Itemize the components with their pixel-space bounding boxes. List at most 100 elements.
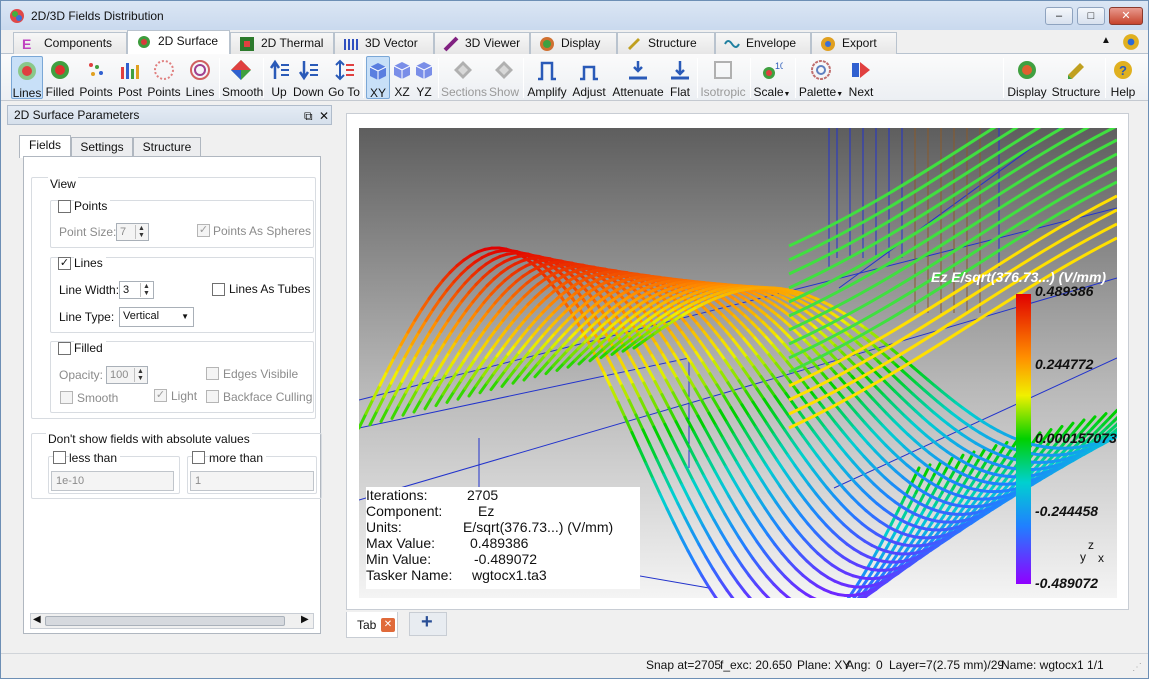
help-button[interactable]: ? Help (1109, 56, 1137, 99)
plane-xy-button[interactable]: XY (366, 56, 390, 100)
layer-down-button[interactable]: Down (293, 56, 324, 99)
lines-as-tubes-checkbox[interactable] (212, 283, 225, 296)
edges-visible-checkbox[interactable] (206, 367, 219, 380)
lines-checkbox[interactable]: ✓ (58, 257, 71, 270)
spinner-arrows-icon[interactable]: ▲ ▼ (134, 368, 146, 382)
tabs-scroll-up-icon[interactable]: ▲ (1101, 35, 1111, 46)
post-button[interactable]: Post (116, 56, 144, 99)
lines-3d-button[interactable]: Lines (184, 56, 216, 99)
arrow-up-icon (269, 59, 289, 79)
flat-button[interactable]: Flat (667, 56, 693, 99)
plus-icon: + (421, 611, 433, 633)
toolbar-separator (263, 58, 264, 98)
scale-button[interactable]: 10 Scale▼ (753, 56, 791, 99)
tab-envelope[interactable]: Envelope (715, 32, 811, 54)
goto-button[interactable]: Go To (328, 56, 360, 99)
status-name: Name: wgtocx1 1/1 (1001, 658, 1104, 672)
view-tab[interactable]: Tab ✕ (346, 612, 398, 638)
tab-structure[interactable]: Structure (617, 32, 715, 54)
adjust-icon (580, 65, 598, 81)
show-button[interactable]: Show (488, 56, 520, 99)
filled-mode-icon (51, 61, 69, 79)
scroll-left-icon[interactable]: ◀ (33, 614, 41, 625)
tab-display[interactable]: Display (530, 32, 617, 54)
points-3d-button[interactable]: Points (147, 56, 181, 99)
line-type-label: Line Type: (59, 310, 115, 324)
points-mode-icon (89, 63, 103, 76)
amplify-button[interactable]: Amplify (526, 56, 568, 99)
resize-grip-icon[interactable]: ⋰ (1132, 657, 1142, 679)
isotropic-button[interactable]: Isotropic (700, 56, 746, 99)
filled-checkbox[interactable] (58, 342, 71, 355)
float-panel-icon[interactable]: ⧉ (304, 107, 313, 125)
scrollbar-thumb[interactable] (45, 616, 285, 626)
attenuate-button[interactable]: Attenuate (611, 56, 665, 99)
point-size-spinner[interactable]: 7 ▲ ▼ (116, 223, 149, 241)
layer-up-button[interactable]: Up (267, 56, 291, 99)
backface-culling-label: Backface Culling (223, 390, 313, 404)
more-than-checkbox[interactable] (192, 451, 205, 464)
structure-icon (1068, 63, 1084, 79)
spinner-arrows-icon[interactable]: ▲ ▼ (135, 225, 147, 239)
more-than-input[interactable]: 1 (190, 471, 314, 491)
status-layer: Layer=7(2.75 mm)/29 (889, 658, 1005, 672)
colorbar-max-label: 0.489386 (1035, 283, 1094, 299)
plane-yz-button[interactable]: YZ (413, 56, 435, 99)
plane-xz-button[interactable]: XZ (391, 56, 413, 99)
points-as-spheres-checkbox[interactable]: ✓ (197, 224, 210, 237)
close-tab-icon[interactable]: ✕ (381, 618, 395, 632)
maximize-button[interactable]: □ (1077, 7, 1105, 25)
display-button[interactable]: Display (1007, 56, 1047, 99)
less-than-input[interactable]: 1e-10 (51, 471, 174, 491)
tab-3d-viewer[interactable]: 3D Viewer (434, 32, 530, 54)
line-type-select[interactable]: Vertical ▼ (119, 307, 194, 327)
close-window-button[interactable]: ✕ (1109, 7, 1143, 25)
add-tab-button[interactable]: + (409, 611, 447, 636)
smooth-checkbox[interactable] (60, 391, 73, 404)
light-checkbox[interactable]: ✓ (154, 389, 167, 402)
toolbar-separator (523, 58, 524, 98)
point-size-label: Point Size: (59, 225, 117, 239)
tasker-name-label: Tasker Name: (366, 567, 453, 583)
points-button[interactable]: Points (79, 56, 113, 99)
corner-menu-icon[interactable] (1122, 33, 1140, 51)
axes-triad-icon: z y x (1080, 538, 1104, 565)
lines-label: Lines (74, 256, 106, 270)
horizontal-scrollbar[interactable]: ◀ ▶ (30, 613, 314, 629)
next-button[interactable]: Next (846, 56, 876, 99)
points-checkbox[interactable] (58, 200, 71, 213)
colorbar-mid-label: 0.000157073 (1035, 430, 1117, 446)
tab-structure-params[interactable]: Structure (133, 137, 201, 157)
toolbar-separator (750, 58, 751, 98)
tab-3d-vector[interactable]: 3D Vector (334, 32, 434, 54)
smooth-button[interactable]: Smooth (222, 56, 263, 99)
colorbar-label-4: -0.244458 (1035, 503, 1099, 519)
less-than-checkbox[interactable] (53, 451, 66, 464)
backface-culling-checkbox[interactable] (206, 390, 219, 403)
tab-export[interactable]: Export (811, 32, 897, 54)
show-icon (495, 61, 513, 79)
adjust-button[interactable]: Adjust (570, 56, 608, 99)
close-panel-icon[interactable]: ✕ (319, 107, 329, 125)
tab-components[interactable]: E Components (13, 32, 127, 54)
scroll-right-icon[interactable]: ▶ (301, 614, 309, 625)
colorbar-gradient (1016, 294, 1031, 584)
field-3d-scene[interactable]: Ez E/sqrt(376.73...) (V/mm) 0.489386 0.2… (359, 128, 1117, 598)
panel-header: 2D Surface Parameters ⧉ ✕ (7, 105, 332, 125)
dropdown-arrow-icon: ▼ (783, 91, 791, 98)
lines-button[interactable]: Lines (11, 56, 43, 100)
line-width-spinner[interactable]: 3 ▲ ▼ (119, 281, 154, 299)
spinner-arrows-icon[interactable]: ▲ ▼ (140, 283, 152, 297)
palette-button[interactable]: Palette▼ (798, 56, 844, 99)
tab-fields[interactable]: Fields (19, 135, 71, 158)
tasker-name-value: wgtocx1.ta3 (472, 567, 547, 583)
sections-button[interactable]: Sections (441, 56, 487, 99)
tab-2d-thermal[interactable]: 2D Thermal (230, 32, 334, 54)
opacity-spinner[interactable]: 100 ▲ ▼ (106, 366, 148, 384)
structure-button[interactable]: Structure (1051, 56, 1101, 99)
tab-settings[interactable]: Settings (71, 137, 133, 157)
minimize-button[interactable]: – (1045, 7, 1073, 25)
display-icon (1018, 61, 1036, 79)
filled-button[interactable]: Filled (45, 56, 75, 99)
tab-2d-surface[interactable]: 2D Surface (127, 30, 230, 54)
